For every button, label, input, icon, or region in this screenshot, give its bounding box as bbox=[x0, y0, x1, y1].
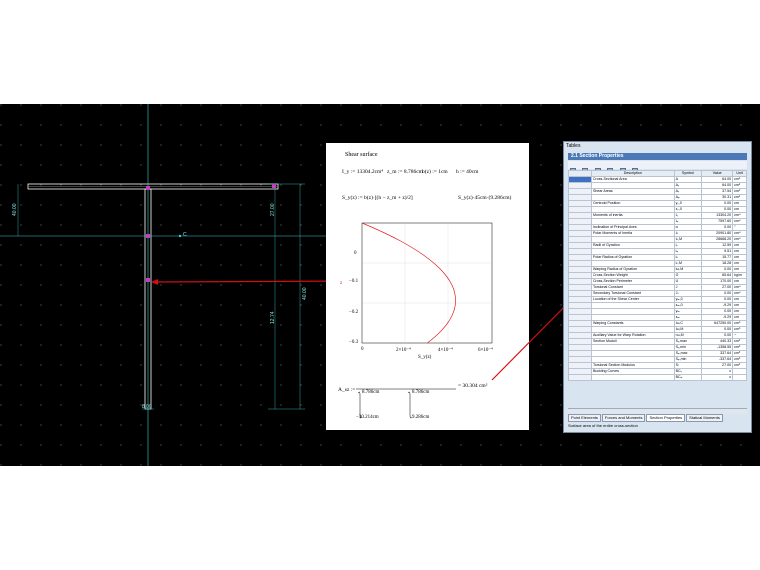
dim-right-12: 12.74 bbox=[270, 311, 276, 324]
y-tick-3: −0.3 bbox=[349, 340, 359, 345]
eq-zm: z_m := 8.786cm bbox=[387, 169, 423, 175]
int-hi-1: 8.786cm bbox=[362, 390, 380, 395]
static-moment-curve bbox=[361, 222, 456, 344]
math-sheet: Shear surface I_y := 13304.2cm⁴ z_m := 8… bbox=[326, 143, 529, 430]
y-tick-0: 0 bbox=[354, 251, 357, 256]
y-tick-1: −0.1 bbox=[349, 279, 359, 284]
eq-static-moment: S_y(z) := b(z)·[(h − z_m + z)/2] bbox=[342, 195, 413, 201]
int-lo-1: −30.214cm bbox=[356, 415, 379, 420]
cell-value: c bbox=[701, 374, 734, 381]
tab-point-elements[interactable]: Point Elements bbox=[568, 414, 601, 422]
window-title: Tables bbox=[566, 143, 581, 149]
row-selector[interactable] bbox=[568, 374, 592, 381]
int-hi-2: 8.786cm bbox=[412, 390, 430, 395]
plot-frame bbox=[361, 222, 493, 344]
sheet-title: Shear surface bbox=[345, 152, 378, 158]
tables-window[interactable]: Tables 2.1 Section Properties Descriptio… bbox=[563, 141, 752, 433]
eq-h: h := 40cm bbox=[456, 169, 479, 175]
section-properties-table: Description Symbol Value Unit Cross-Sect… bbox=[568, 170, 747, 381]
y-tick-2: −0.2 bbox=[349, 310, 359, 315]
dim-right-27: 27.00 bbox=[270, 203, 276, 216]
section-header: 2.1 Section Properties bbox=[568, 153, 747, 160]
x-tick-2: 4×10⁻⁴ bbox=[438, 348, 453, 353]
status-bar: Surface area of the entire cross-section bbox=[568, 423, 638, 428]
axis-label-c: C bbox=[183, 232, 187, 238]
table-row[interactable]: BCᵩ c bbox=[568, 374, 747, 381]
cell-unit bbox=[732, 374, 747, 381]
integral-fraction bbox=[356, 388, 456, 419]
cell-description bbox=[590, 374, 675, 381]
dim-left-40: 40.00 bbox=[12, 203, 18, 216]
cell-symbol: BCᵩ bbox=[673, 374, 703, 381]
eq-b: b(z) := 1cm bbox=[422, 169, 448, 175]
plot-ylabel: z bbox=[340, 281, 343, 286]
plot-xlabel: S_y(z) bbox=[418, 355, 432, 360]
tab-forces-moments[interactable]: Forces and Moments bbox=[601, 414, 646, 422]
toolbar bbox=[568, 161, 747, 174]
x-tick-1: 2×10⁻⁴ bbox=[396, 348, 411, 353]
x-tick-0: 0 bbox=[361, 347, 364, 352]
tab-bar: Point Elements Forces and Moments Section … bbox=[568, 414, 724, 422]
dim-right-40: 40.00 bbox=[302, 287, 308, 300]
eq-moment-inertia: I_y := 13304.2cm⁴ bbox=[342, 169, 384, 175]
plot-gridlines bbox=[362, 223, 492, 343]
int-lo-2: 9.286cm bbox=[412, 415, 430, 420]
eq-static-moment-2: S_y(z)·45cm·(9.286cm) bbox=[458, 195, 512, 201]
x-tick-3: 6×10⁻⁴ bbox=[478, 348, 493, 353]
tab-section-properties[interactable]: Section Properties bbox=[646, 414, 686, 422]
tab-statical-moments[interactable]: Statical Moments bbox=[686, 414, 723, 422]
dim-web-width: 8.00 bbox=[142, 404, 152, 410]
